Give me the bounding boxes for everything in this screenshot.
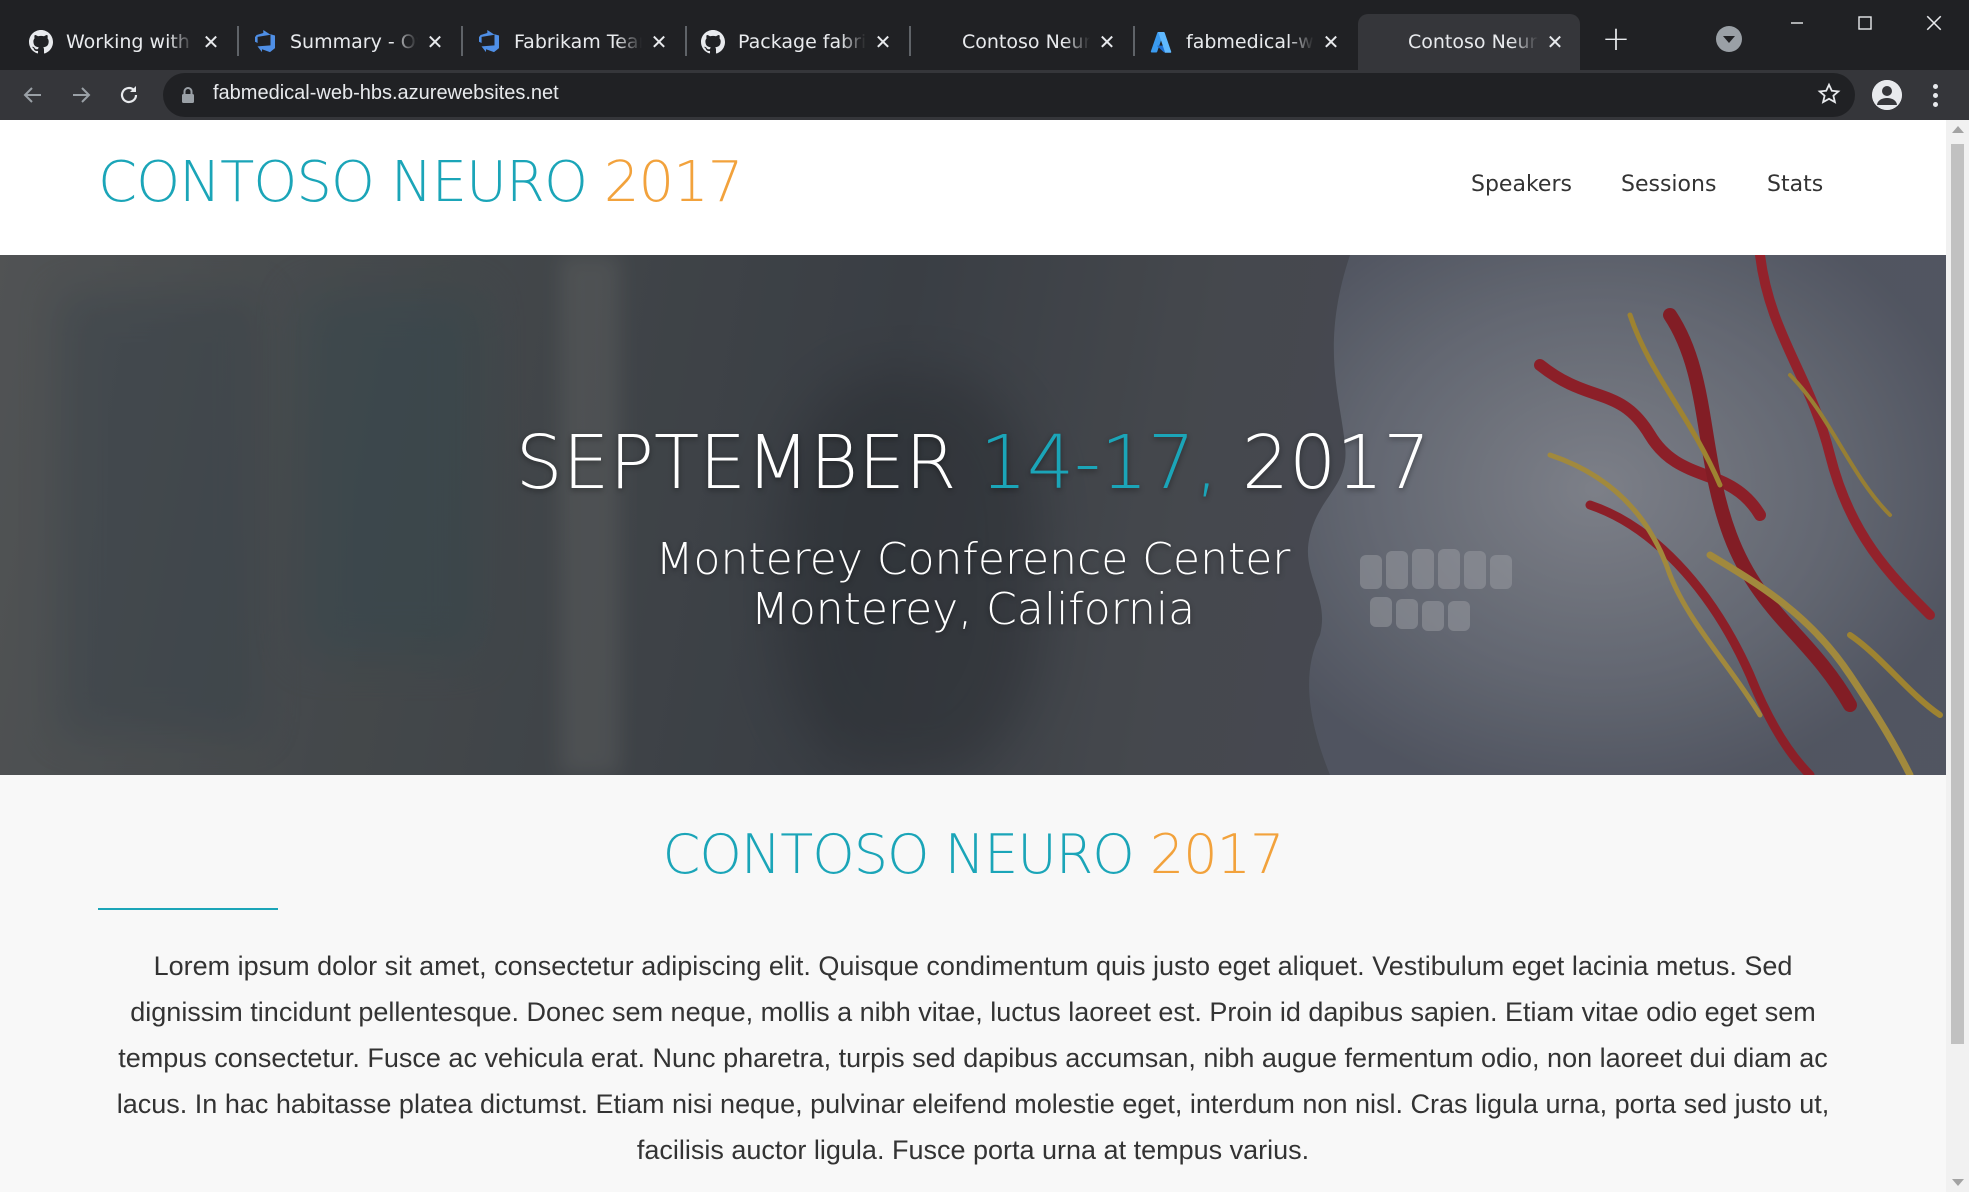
close-icon[interactable]: ✕ xyxy=(424,30,446,54)
close-icon xyxy=(1926,15,1942,31)
about-title-year: 2017 xyxy=(1149,823,1284,886)
section-divider xyxy=(98,908,278,910)
reload-button[interactable] xyxy=(110,76,148,114)
new-tab-button[interactable]: + xyxy=(1598,22,1634,58)
tab-title: Fabrikam Team xyxy=(514,31,642,53)
tab-fabmedical-web[interactable]: fabmedical-web ✕ xyxy=(1134,14,1356,70)
tab-title: Package fabrikam xyxy=(738,31,866,53)
tab-summary-overview[interactable]: Summary - Overview ✕ xyxy=(238,14,460,70)
hero-overlay xyxy=(0,255,1946,775)
tab-strip: Working with the ✕ Summary - Overview ✕ … xyxy=(0,0,1969,70)
maximize-button[interactable] xyxy=(1841,8,1889,38)
nav-speakers-link[interactable]: Speakers xyxy=(1471,172,1572,197)
logo-brand-text: CONTOSO NEURO xyxy=(98,150,604,215)
tab-title: Working with the xyxy=(66,31,194,53)
event-venue: Monterey Conference Center Monterey, Cal… xyxy=(0,535,1946,635)
minimize-icon xyxy=(1791,22,1803,24)
close-icon[interactable]: ✕ xyxy=(1320,30,1342,54)
tab-title: Contoso Neuro xyxy=(962,31,1090,53)
about-title-brand: CONTOSO NEURO xyxy=(662,823,1150,886)
about-section: CONTOSO NEURO 2017 Lorem ipsum dolor sit… xyxy=(0,775,1946,1192)
venue-location: Monterey, California xyxy=(750,584,1196,635)
github-icon xyxy=(28,29,54,55)
profile-avatar-icon[interactable] xyxy=(1872,80,1902,110)
logo-year-text: 2017 xyxy=(603,150,744,215)
nav-stats-link[interactable]: Stats xyxy=(1767,172,1823,197)
tab-github-working[interactable]: Working with the ✕ xyxy=(14,14,236,70)
browser-menu-icon[interactable] xyxy=(1925,80,1945,110)
forward-button[interactable] xyxy=(62,76,100,114)
tab-contoso-neuro-active[interactable]: Contoso Neuro ✕ xyxy=(1358,14,1580,70)
tab-title: fabmedical-web xyxy=(1186,31,1314,53)
page-viewport: CONTOSO NEURO 2017 Speakers Sessions Sta… xyxy=(0,120,1946,1192)
reload-icon xyxy=(120,86,138,104)
event-year: 2017 xyxy=(1242,420,1431,506)
azure-devops-icon xyxy=(476,29,502,55)
hero-banner: SEPTEMBER 14-17, 2017 Monterey Conferenc… xyxy=(0,255,1946,775)
scroll-up-icon[interactable] xyxy=(1952,126,1964,133)
site-logo[interactable]: CONTOSO NEURO 2017 xyxy=(98,150,744,215)
scrollbar-thumb[interactable] xyxy=(1951,144,1964,1044)
page-scrollbar[interactable] xyxy=(1946,120,1969,1192)
tab-title: Contoso Neuro xyxy=(1408,31,1538,53)
maximize-icon xyxy=(1858,16,1872,30)
azure-devops-icon xyxy=(252,29,278,55)
site-header: CONTOSO NEURO 2017 Speakers Sessions Sta… xyxy=(0,120,1946,255)
about-paragraph: Lorem ipsum dolor sit amet, consectetur … xyxy=(116,951,1830,1165)
nav-sessions-link[interactable]: Sessions xyxy=(1621,172,1716,197)
tab-fabrikam-team[interactable]: Fabrikam Team ✕ xyxy=(462,14,684,70)
tab-title: Summary - Overview xyxy=(290,31,418,53)
minimize-button[interactable] xyxy=(1773,8,1821,38)
arrow-left-icon xyxy=(23,87,41,103)
browser-toolbar: fabmedical-web-hbs.azurewebsites.net xyxy=(0,70,1969,120)
address-bar[interactable]: fabmedical-web-hbs.azurewebsites.net xyxy=(163,73,1855,117)
bookmark-star-icon[interactable] xyxy=(1817,82,1841,110)
close-icon[interactable]: ✕ xyxy=(1544,30,1566,54)
scroll-down-icon[interactable] xyxy=(1952,1179,1964,1186)
event-date: SEPTEMBER 14-17, 2017 xyxy=(0,420,1946,506)
close-icon[interactable]: ✕ xyxy=(200,30,222,54)
close-icon[interactable]: ✕ xyxy=(648,30,670,54)
tab-package-fabrikam[interactable]: Package fabrikam ✕ xyxy=(686,14,908,70)
url-text: fabmedical-web-hbs.azurewebsites.net xyxy=(213,82,559,104)
back-button[interactable] xyxy=(14,76,52,114)
close-icon[interactable]: ✕ xyxy=(1096,30,1118,54)
close-icon[interactable]: ✕ xyxy=(872,30,894,54)
venue-name: Monterey Conference Center xyxy=(655,534,1291,585)
close-window-button[interactable] xyxy=(1910,8,1958,38)
azure-icon xyxy=(1148,29,1174,55)
about-title: CONTOSO NEURO 2017 xyxy=(0,823,1946,886)
event-days: 14-17, xyxy=(979,420,1243,506)
event-month: SEPTEMBER xyxy=(515,420,980,506)
tab-contoso-neuro[interactable]: Contoso Neuro ✕ xyxy=(910,14,1132,70)
github-icon xyxy=(700,29,726,55)
lock-icon xyxy=(181,86,195,108)
tab-search-icon[interactable] xyxy=(1716,26,1742,52)
arrow-right-icon xyxy=(73,87,91,103)
